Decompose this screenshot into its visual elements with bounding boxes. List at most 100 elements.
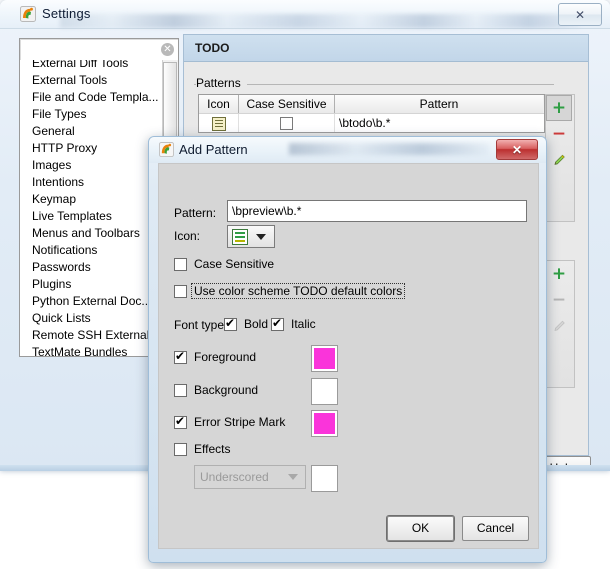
add-filter-button[interactable]: + [546,261,572,287]
dialog-titlebar: Add Pattern ✕ [149,137,546,163]
bold-label: Bold [244,317,269,331]
cancel-button[interactable]: Cancel [462,516,529,541]
app-icon [159,142,174,157]
remove-pattern-button[interactable]: − [546,121,572,147]
dialog-title: Add Pattern [179,142,248,157]
sidebar-item[interactable]: Notifications [20,242,161,259]
bold-row[interactable]: Bold [224,316,269,331]
dialog-body: Pattern: Icon: Case Sensitive Use color … [158,163,539,549]
ok-button[interactable]: OK [387,516,454,541]
table-row[interactable]: \btodo\b.* [199,113,544,132]
column-header-case-sensitive[interactable]: Case Sensitive [239,95,335,113]
settings-titlebar: Settings ✕ [0,0,610,29]
sidebar-item[interactable]: File Types [20,106,161,123]
use-default-colors-label: Use color scheme TODO default colors [190,283,406,299]
italic-checkbox[interactable] [271,316,284,331]
sidebar-item[interactable]: Live Templates [20,208,161,225]
bold-checkbox[interactable] [224,316,237,331]
error-stripe-label: Error Stripe Mark [194,415,286,429]
use-default-colors-checkbox[interactable] [174,284,187,298]
sidebar-item[interactable]: External Tools [20,72,161,89]
chevron-down-icon [288,474,298,480]
error-stripe-color-swatch[interactable] [311,410,338,437]
effects-color-fill [314,468,335,489]
foreground-color-fill [314,348,335,369]
background-label: Background [194,383,259,397]
effects-color-swatch [311,465,338,492]
case-sensitive-label: Case Sensitive [194,257,275,271]
sidebar-item[interactable]: HTTP Proxy [20,140,161,157]
font-type-label: Font type: [174,318,228,332]
case-sensitive-row[interactable]: Case Sensitive [174,257,274,271]
pencil-icon [554,154,565,165]
sidebar-item[interactable]: External Diff Tools [20,60,161,72]
foreground-label: Foreground [194,350,257,364]
effects-row[interactable]: Effects [174,442,230,456]
sidebar-item[interactable]: Intentions [20,174,161,191]
clear-circle-icon[interactable]: ✕ [161,43,174,56]
case-sensitive-checkbox[interactable] [174,257,187,271]
foreground-row[interactable]: Foreground [174,349,257,364]
sidebar-item[interactable]: File and Code Templa... [20,89,161,106]
background-color-swatch[interactable] [311,378,338,405]
edit-pattern-button[interactable] [546,147,572,173]
case-sensitive-checkbox[interactable] [280,117,293,130]
add-pattern-button[interactable]: + [546,95,572,121]
search-input[interactable] [23,41,157,60]
titlebar-glass-blur [60,14,580,28]
cell-icon[interactable] [199,114,239,132]
app-icon [20,6,36,22]
group-divider [194,84,554,85]
sidebar-item[interactable]: General [20,123,161,140]
foreground-checkbox[interactable] [174,349,187,364]
icon-dropdown[interactable] [227,225,275,248]
background-row[interactable]: Background [174,383,258,397]
todo-list-icon [211,117,226,131]
pattern-input[interactable] [227,200,527,222]
sidebar-item[interactable]: Passwords [20,259,161,276]
pattern-label: Pattern: [174,206,217,220]
italic-label: Italic [291,317,316,331]
cell-pattern[interactable]: \btodo\b.* [335,114,543,132]
error-stripe-row[interactable]: Error Stripe Mark [174,414,286,429]
todo-list-icon [232,228,248,245]
error-stripe-color-fill [314,413,335,434]
sidebar-item[interactable]: Menus and Toolbars [20,225,161,242]
use-default-colors-row[interactable]: Use color scheme TODO default colors [174,283,406,299]
pencil-icon [554,320,565,331]
edit-filter-button [546,313,572,339]
patterns-toolbar: + − [545,94,575,222]
effects-label: Effects [194,442,231,456]
sidebar-item[interactable]: TextMate Bundles [20,344,161,356]
add-pattern-dialog: Add Pattern ✕ Pattern: Icon: Case Sensit… [148,136,547,563]
filters-toolbar: + − [545,260,575,388]
remove-filter-button: − [551,290,567,310]
sidebar-item[interactable]: Images [20,157,161,174]
sidebar-item[interactable]: Python External Doc... [20,293,161,310]
foreground-color-swatch[interactable] [311,345,338,372]
page-title: TODO [184,35,588,62]
sidebar-item[interactable]: Remote SSH External... [20,327,161,344]
patterns-table-header: Icon Case Sensitive Pattern [199,95,544,113]
background-color-fill [314,381,335,402]
patterns-table[interactable]: Icon Case Sensitive Pattern \btodo\b.* [198,94,545,133]
effect-type-value: Underscored [200,470,269,484]
error-stripe-checkbox[interactable] [174,414,187,429]
close-icon[interactable]: ✕ [496,139,538,160]
icon-label: Icon: [174,229,201,243]
category-list-scroll: External Diff Tools External Tools File … [20,60,161,356]
sidebar-item[interactable]: Quick Lists [20,310,161,327]
sidebar-item[interactable]: Plugins [20,276,161,293]
column-header-icon[interactable]: Icon [199,95,239,113]
background-checkbox[interactable] [174,383,187,397]
search-box[interactable]: ✕ [19,38,179,62]
cell-case-sensitive[interactable] [239,114,335,132]
close-icon[interactable]: ✕ [558,3,602,26]
italic-row[interactable]: Italic [271,316,316,331]
dialog-titlebar-glass-blur [289,143,489,155]
patterns-group-label: Patterns [196,76,247,90]
sidebar-item[interactable]: Keymap [20,191,161,208]
column-header-pattern[interactable]: Pattern [335,95,543,113]
settings-window-title: Settings [42,6,91,21]
effects-checkbox[interactable] [174,442,187,456]
